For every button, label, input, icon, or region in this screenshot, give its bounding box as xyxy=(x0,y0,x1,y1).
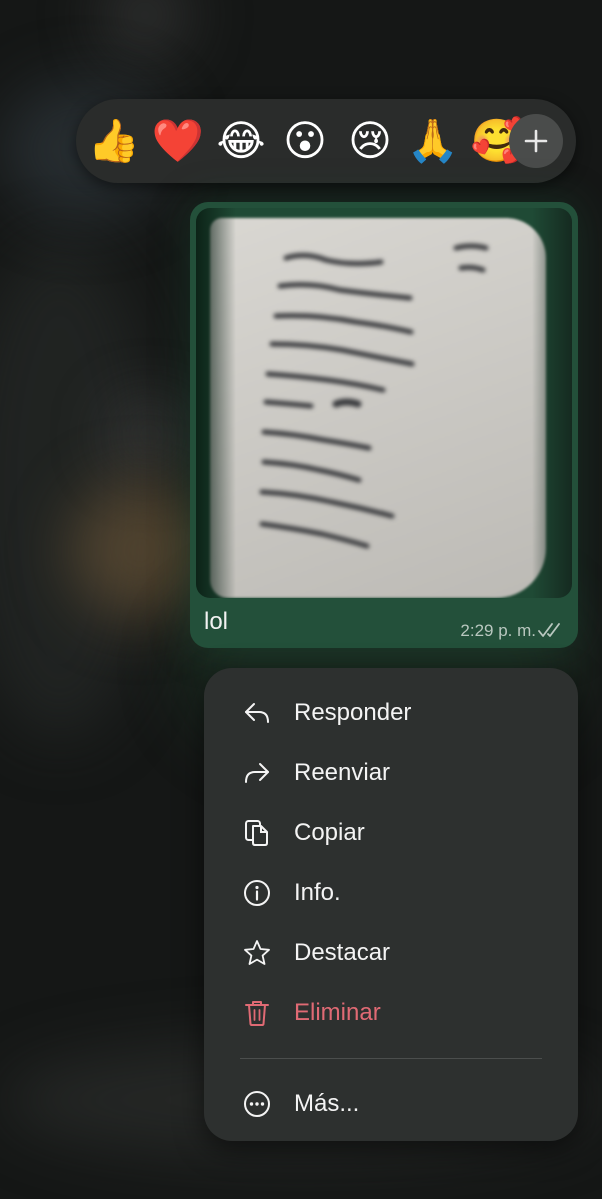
reaction-thumbs-up[interactable]: 👍 xyxy=(86,114,142,168)
photo-handwriting xyxy=(259,243,489,549)
reaction-heart[interactable]: ❤️ xyxy=(150,114,206,168)
trash-icon xyxy=(245,1001,269,1026)
star-icon xyxy=(244,940,270,965)
reaction-praying[interactable]: 🙏 xyxy=(405,114,461,168)
reaction-laughing[interactable]: 😂 xyxy=(213,114,269,168)
menu-item-label: Reenviar xyxy=(294,759,391,786)
ellipsis-icon xyxy=(244,1091,270,1117)
forward-icon xyxy=(245,763,269,783)
message-photo[interactable] xyxy=(196,208,572,598)
menu-item-label: Info. xyxy=(294,879,341,906)
menu-divider xyxy=(240,1058,542,1059)
reply-icon xyxy=(245,703,269,723)
info-icon xyxy=(244,880,270,906)
menu-item-star[interactable]: Destacar xyxy=(204,923,578,983)
message-caption: lol xyxy=(204,608,229,635)
menu-item-more[interactable]: Más... xyxy=(204,1074,578,1134)
double-check-icon xyxy=(538,623,560,637)
menu-item-reply[interactable]: Responder xyxy=(204,683,578,743)
reaction-bar: 👍 ❤️ 😂 😮 😢 🙏 🥰 xyxy=(76,99,576,183)
menu-item-info[interactable]: Info. xyxy=(204,863,578,923)
reaction-crying[interactable]: 😢 xyxy=(342,114,398,168)
menu-item-label: Destacar xyxy=(294,939,391,966)
menu-item-label: Copiar xyxy=(294,819,365,846)
message-bubble[interactable]: lol 2:29 p. m. xyxy=(190,202,578,648)
menu-item-label: Más... xyxy=(294,1090,360,1117)
menu-item-label: Responder xyxy=(294,699,412,726)
message-context-menu: Responder Reenviar Copiar Info. Destacar xyxy=(204,668,578,1141)
more-reactions-button[interactable] xyxy=(509,114,563,168)
menu-item-copy[interactable]: Copiar xyxy=(204,803,578,863)
message-time: 2:29 p. m. xyxy=(460,621,536,640)
menu-item-forward[interactable]: Reenviar xyxy=(204,743,578,803)
plus-icon xyxy=(524,129,548,153)
copy-icon xyxy=(245,820,268,846)
menu-item-delete[interactable]: Eliminar xyxy=(204,983,578,1043)
menu-item-label: Eliminar xyxy=(294,999,381,1026)
reaction-surprised[interactable]: 😮 xyxy=(277,114,333,168)
